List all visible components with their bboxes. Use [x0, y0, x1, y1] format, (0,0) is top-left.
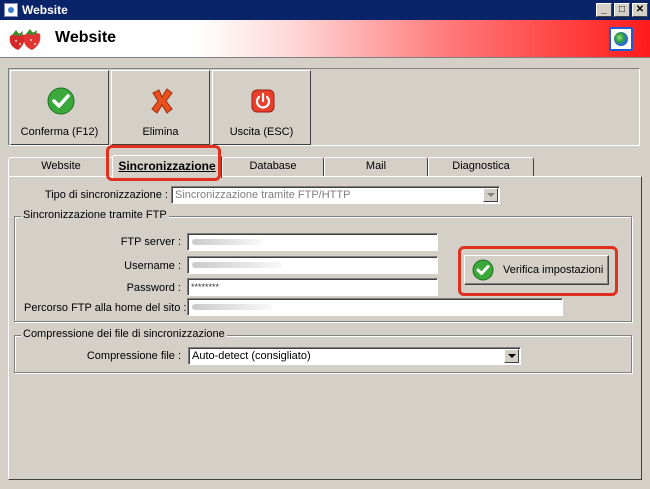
confirm-button[interactable]: Conferma (F12) — [10, 70, 109, 145]
tab-diagnostica[interactable]: Diagnostica — [428, 157, 534, 177]
globe-icon — [614, 32, 628, 46]
delete-x-icon — [151, 88, 173, 114]
tab-panel — [8, 176, 642, 480]
confirm-button-label: Conferma (F12) — [20, 126, 99, 138]
tab-website[interactable]: Website — [8, 157, 114, 177]
maximize-button[interactable]: □ — [614, 3, 630, 17]
exit-button[interactable]: Uscita (ESC) — [212, 70, 311, 145]
check-icon — [47, 87, 75, 115]
verify-settings-label: Verifica impostazioni — [503, 264, 604, 276]
tab-database[interactable]: Database — [222, 157, 324, 177]
toolbar: Conferma (F12) Elimina Uscita (ESC) — [8, 68, 640, 146]
window-titlebar: Website _ □ ✕ — [0, 0, 650, 20]
window-title: Website — [22, 3, 68, 17]
tab-mail[interactable]: Mail — [324, 157, 428, 177]
power-icon — [251, 89, 275, 113]
tab-strip: Website Sincronizzazione Database Mail D… — [8, 155, 642, 178]
minimize-button[interactable]: _ — [596, 3, 612, 17]
tab-sincronizzazione[interactable]: Sincronizzazione — [112, 155, 222, 178]
header-title: Website — [55, 29, 117, 46]
app-icon — [4, 3, 18, 17]
strawberry-icon — [9, 29, 41, 50]
close-button[interactable]: ✕ — [632, 3, 648, 17]
globe-button[interactable] — [609, 27, 633, 51]
verify-settings-button[interactable]: Verifica impostazioni — [464, 255, 609, 285]
check-icon — [472, 259, 494, 281]
delete-button-label: Elimina — [142, 126, 179, 138]
exit-button-label: Uscita (ESC) — [229, 126, 294, 138]
delete-button[interactable]: Elimina — [111, 70, 210, 145]
header-banner: Website — [0, 20, 650, 58]
